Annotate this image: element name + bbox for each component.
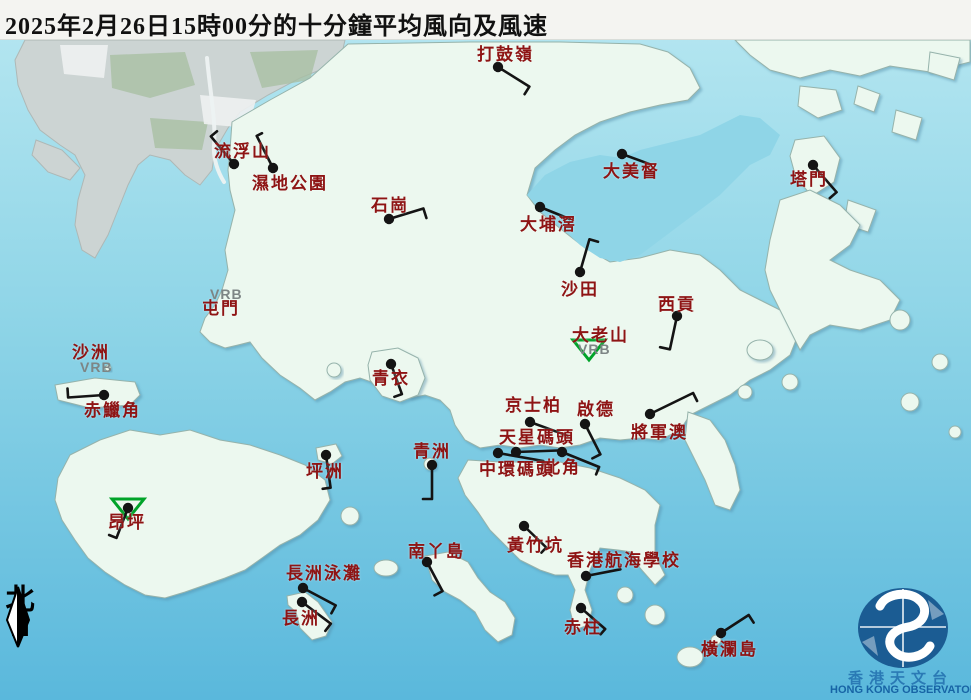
station-label: 京士柏 — [505, 397, 562, 414]
station-label: 啟德 — [577, 401, 615, 418]
north-compass: 北 N — [3, 586, 37, 639]
station-dot — [427, 460, 437, 470]
station-dot — [617, 149, 627, 159]
station-label: 打鼓嶺 — [477, 46, 534, 63]
station-dot — [576, 603, 586, 613]
station-dot — [519, 521, 529, 531]
station-dot — [123, 503, 133, 513]
station-label: 南丫島 — [408, 543, 465, 560]
station-label: 沙田 — [561, 281, 599, 298]
station-label: 黃竹坑 — [507, 537, 564, 554]
shek-kwu-chau — [374, 560, 398, 576]
hko-name-english: HONG KONG OBSERVATORY — [830, 684, 971, 696]
hei-ling-chau — [341, 507, 359, 525]
station-label: 赤柱 — [564, 619, 602, 636]
vrb-label: VRB — [80, 360, 113, 374]
station-dot — [575, 267, 585, 277]
station-dot — [535, 202, 545, 212]
station-dot — [645, 409, 655, 419]
station-dot — [493, 448, 503, 458]
station-dot — [386, 359, 396, 369]
station-label: 流浮山 — [214, 143, 271, 160]
station-label: 青衣 — [372, 370, 410, 387]
vrb-label: VRB — [210, 287, 243, 301]
station-label: 赤鱲角 — [84, 402, 141, 419]
station-dot — [808, 160, 818, 170]
wind-barb — [516, 451, 558, 453]
station-label: 塔門 — [790, 171, 828, 188]
station-dot — [321, 450, 331, 460]
station-dot — [525, 417, 535, 427]
station-label: 橫瀾島 — [701, 641, 758, 658]
station-label: 長洲 — [282, 610, 320, 627]
hong-kong-map — [0, 0, 971, 700]
ma-wan-island — [327, 363, 341, 377]
station-label: 青洲 — [413, 443, 451, 460]
station-label: 石崗 — [371, 197, 409, 214]
station-dot — [716, 628, 726, 638]
hko-logo: 香港天文台 HONG KONG OBSERVATORY — [830, 583, 971, 700]
map-title: 2025年2月26日15時00分的十分鐘平均風向及風速 — [5, 6, 548, 41]
station-label: 濕地公園 — [252, 175, 328, 192]
station-dot — [297, 597, 307, 607]
station-label: 長洲泳灘 — [286, 565, 362, 582]
station-label: 坪洲 — [306, 463, 344, 480]
wind-map-page: 流浮山濕地公園石崗打鼓嶺大美督大埔滘沙田塔門西貢大老山VRB屯門VRB沙洲VRB… — [0, 0, 971, 700]
station-dot — [581, 571, 591, 581]
station-dot — [298, 583, 308, 593]
station-label: 天星碼頭 — [499, 429, 575, 446]
station-dot — [557, 447, 567, 457]
station-label: 屯門 — [202, 300, 240, 317]
station-dot — [99, 390, 109, 400]
station-dot — [384, 214, 394, 224]
station-dot — [580, 419, 590, 429]
station-label: 西貢 — [658, 296, 696, 313]
station-label: 將軍澳 — [631, 424, 688, 441]
station-dot — [268, 163, 278, 173]
station-label: 中環碼頭 — [479, 461, 555, 478]
station-label: 大埔滘 — [520, 216, 577, 233]
vrb-label: VRB — [578, 342, 611, 356]
station-label: 香港航海學校 — [567, 552, 681, 569]
compass-needle-icon — [3, 586, 37, 648]
station-label: 昂坪 — [108, 514, 146, 531]
station-label: 大美督 — [603, 163, 660, 180]
